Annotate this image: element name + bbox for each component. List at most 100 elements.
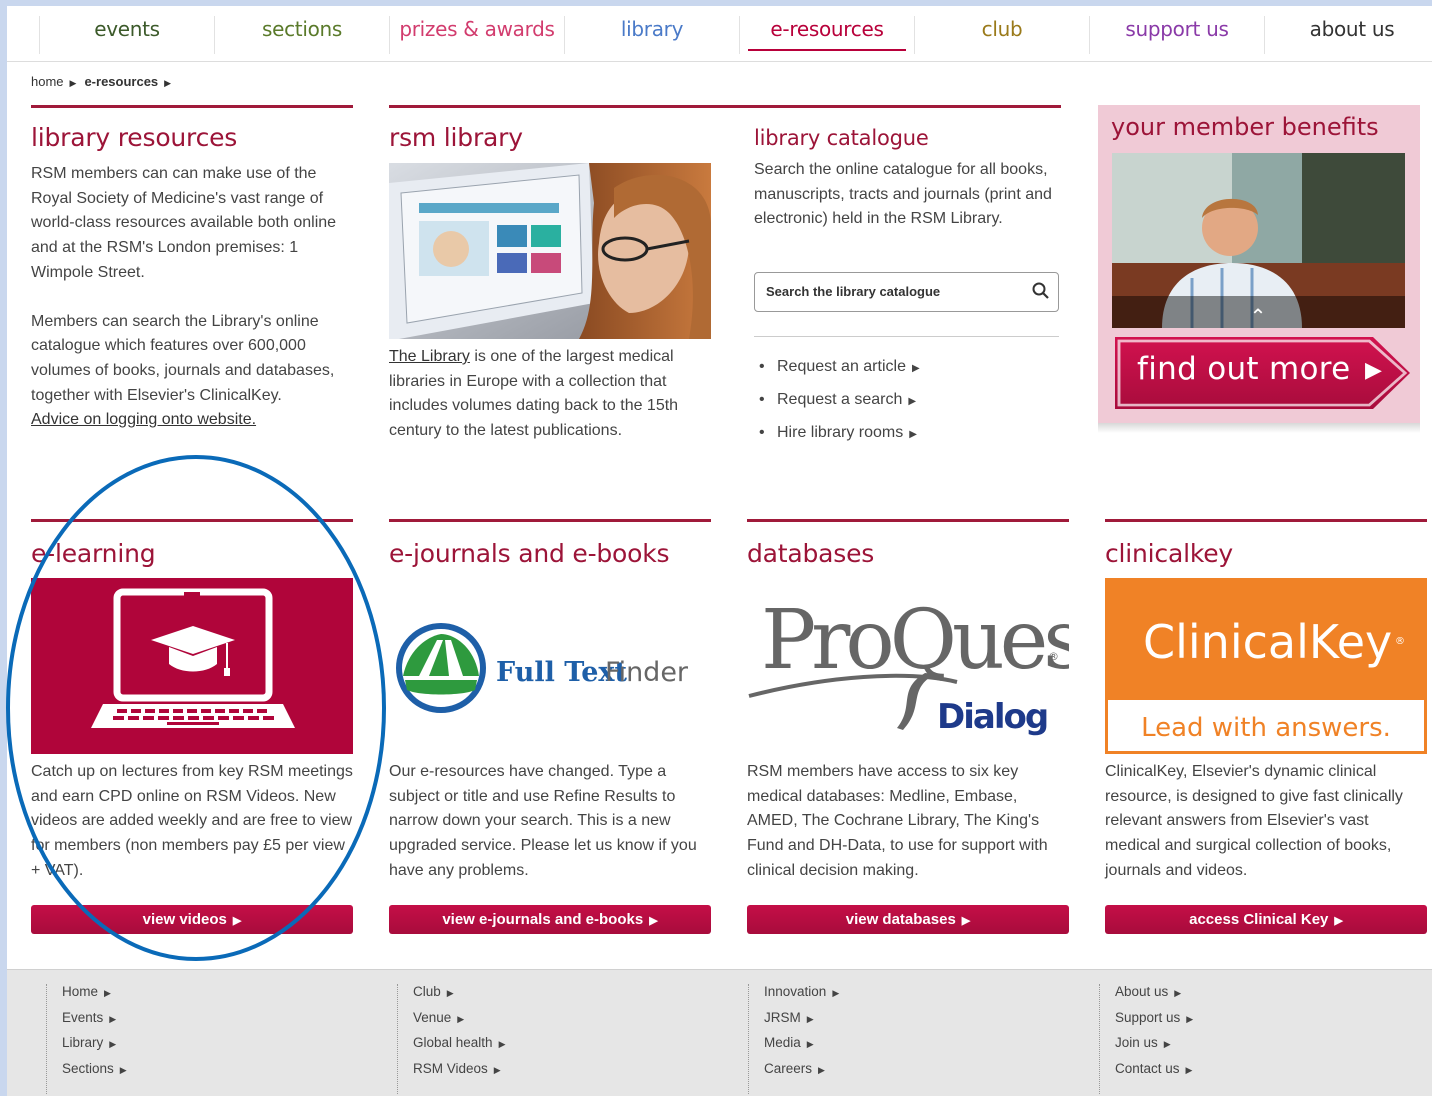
footer-link-about-us[interactable]: About us ▶ — [1115, 984, 1193, 1010]
nav-support-us[interactable]: support us — [1089, 16, 1264, 54]
member-benefits-photo: ⌃ — [1112, 153, 1405, 328]
footer-column: Home ▶ Events ▶ Library ▶ Sections ▶ — [46, 984, 127, 1094]
proquest-wordmark: ProQuest — [761, 593, 1069, 688]
section-rule — [747, 519, 1069, 522]
section-rule — [1105, 519, 1427, 522]
caret-right-icon: ▶ — [164, 78, 172, 88]
hire-library-rooms-link[interactable]: • Hire library rooms ▶ — [759, 424, 920, 457]
footer-link-home[interactable]: Home ▶ — [62, 984, 127, 1010]
view-e-journals-button[interactable]: view e-journals and e-books ▶ — [389, 905, 711, 934]
caret-right-icon: ▶ — [493, 1065, 501, 1076]
search-icon[interactable] — [1032, 282, 1050, 300]
footer-link-careers[interactable]: Careers ▶ — [764, 1061, 839, 1087]
registered-mark: ® — [1395, 636, 1405, 647]
nav-e-resources[interactable]: e-resources — [739, 16, 914, 54]
access-clinical-key-button[interactable]: access Clinical Key ▶ — [1105, 905, 1427, 934]
divider — [754, 336, 1059, 337]
footer-link-join-us[interactable]: Join us ▶ — [1115, 1035, 1193, 1061]
panel-shadow — [1098, 423, 1420, 433]
caret-right-icon: ▶ — [832, 988, 840, 998]
dialog-wordmark: Dialog — [937, 697, 1047, 737]
caret-right-icon: ▶ — [909, 429, 917, 440]
nav-club[interactable]: club — [914, 16, 1089, 54]
chevron-up-icon: ⌃ — [1250, 304, 1267, 328]
caret-right-icon: ▶ — [1186, 1013, 1194, 1024]
nav-sections[interactable]: sections — [214, 16, 389, 54]
breadcrumb: home ▶ e-resources ▶ — [31, 74, 179, 89]
e-learning-text: Catch up on lectures from key RSM meetin… — [31, 763, 353, 879]
databases-heading: databases — [747, 539, 875, 568]
clinicalkey-heading: clinicalkey — [1105, 539, 1234, 568]
bullet: • — [759, 391, 765, 408]
logging-advice-link[interactable]: Advice on logging onto website. — [31, 411, 256, 428]
nav-prizes-awards[interactable]: prizes & awards — [389, 16, 564, 54]
footer-column: Club ▶ Venue ▶ Global health ▶ RSM Videos ▶ — [397, 984, 505, 1094]
full-text-finder-logo: Full Text Finder — [389, 578, 711, 754]
caret-right-icon: ▶ — [232, 915, 242, 927]
view-videos-button[interactable]: view videos ▶ — [31, 905, 353, 934]
databases-text: RSM members have access to six key medic… — [747, 763, 1048, 879]
caret-right-icon: ▶ — [457, 1013, 465, 1024]
caret-right-icon: ▶ — [818, 1065, 825, 1076]
breadcrumb-home[interactable]: home — [31, 74, 64, 89]
footer-link-contact-us[interactable]: Contact us ▶ — [1115, 1061, 1193, 1087]
e-journals-heading: e-journals and e-books — [389, 539, 670, 568]
library-resources-para-2: Members can search the Library's online … — [31, 312, 335, 404]
footer-link-innovation[interactable]: Innovation ▶ — [764, 984, 839, 1010]
rsm-library-text: The Library is one of the largest medica… — [389, 345, 709, 444]
footer-column: About us ▶ Support us ▶ Join us ▶ Contact u… — [1099, 984, 1193, 1094]
library-resources-text: RSM members can can make use of the Roya… — [31, 162, 361, 433]
find-out-more-button[interactable]: find out more ▶ — [1115, 337, 1410, 409]
footer: Home ▶ Events ▶ Library ▶ Sections ▶ Club ▶ V… — [7, 969, 1432, 1096]
request-article-link[interactable]: • Request an article ▶ — [759, 358, 920, 391]
footer-link-media[interactable]: Media ▶ — [764, 1035, 839, 1061]
caret-right-icon: ▶ — [806, 1039, 814, 1050]
proquest-dialog-logo: ProQuest ® Dialog — [747, 578, 1069, 754]
clinicalkey-logo: ClinicalKey ® Lead with answers. — [1105, 578, 1427, 754]
section-rule — [31, 105, 353, 108]
section-rule — [31, 519, 353, 522]
catalogue-search-box — [754, 272, 1059, 312]
footer-link-support-us[interactable]: Support us ▶ — [1115, 1010, 1193, 1036]
caret-right-icon: ▶ — [109, 1039, 117, 1050]
bullet: • — [759, 358, 765, 375]
catalogue-search-input[interactable] — [764, 283, 1028, 300]
nav-about-us[interactable]: about us — [1264, 16, 1432, 54]
nav-events[interactable]: events — [39, 16, 214, 54]
library-resources-para-1: RSM members can can make use of the Roya… — [31, 165, 337, 281]
the-library-link[interactable]: The Library — [389, 348, 470, 365]
catalogue-text: Search the online catalogue for all book… — [754, 161, 1052, 228]
footer-link-sections[interactable]: Sections ▶ — [62, 1061, 127, 1087]
caret-right-icon: ▶ — [104, 988, 111, 998]
section-rule — [389, 519, 711, 522]
footer-link-venue[interactable]: Venue ▶ — [413, 1010, 505, 1036]
caret-right-icon: ▶ — [1174, 988, 1182, 998]
section-rule — [389, 105, 1061, 108]
footer-link-club[interactable]: Club ▶ — [413, 984, 505, 1010]
caret-right-icon: ▶ — [1365, 357, 1382, 382]
footer-link-library[interactable]: Library ▶ — [62, 1035, 127, 1061]
e-learning-heading: e-learning — [31, 539, 156, 568]
e-learning-image — [31, 578, 353, 754]
footer-link-rsm-videos[interactable]: RSM Videos ▶ — [413, 1061, 505, 1087]
caret-right-icon: ▶ — [806, 1013, 814, 1024]
caret-right-icon: ▶ — [908, 396, 917, 407]
clinicalkey-tagline: Lead with answers. — [1141, 713, 1391, 743]
footer-link-global-health[interactable]: Global health ▶ — [413, 1035, 505, 1061]
rsm-library-heading: rsm library — [389, 123, 523, 152]
member-benefits-panel: your member benefits ⌃ find out more ▶ — [1098, 105, 1420, 423]
footer-link-events[interactable]: Events ▶ — [62, 1010, 127, 1036]
clinicalkey-wordmark: ClinicalKey — [1143, 615, 1392, 669]
catalogue-links: • Request an article ▶ • Request a search ▶ … — [759, 358, 920, 457]
nav-library[interactable]: library — [564, 16, 739, 54]
footer-link-jrsm[interactable]: JRSM ▶ — [764, 1010, 839, 1036]
view-databases-button[interactable]: view databases ▶ — [747, 905, 1069, 934]
caret-right-icon: ▶ — [446, 988, 454, 998]
find-out-more-label: find out more — [1137, 351, 1351, 387]
caret-right-icon: ▶ — [1185, 1065, 1193, 1076]
library-user-photo — [389, 163, 711, 339]
request-search-link[interactable]: • Request a search ▶ — [759, 391, 920, 424]
registered-mark: ® — [1048, 650, 1059, 663]
clinicalkey-text: ClinicalKey, Elsevier's dynamic clinical… — [1105, 763, 1403, 879]
caret-right-icon: ▶ — [109, 1013, 117, 1024]
